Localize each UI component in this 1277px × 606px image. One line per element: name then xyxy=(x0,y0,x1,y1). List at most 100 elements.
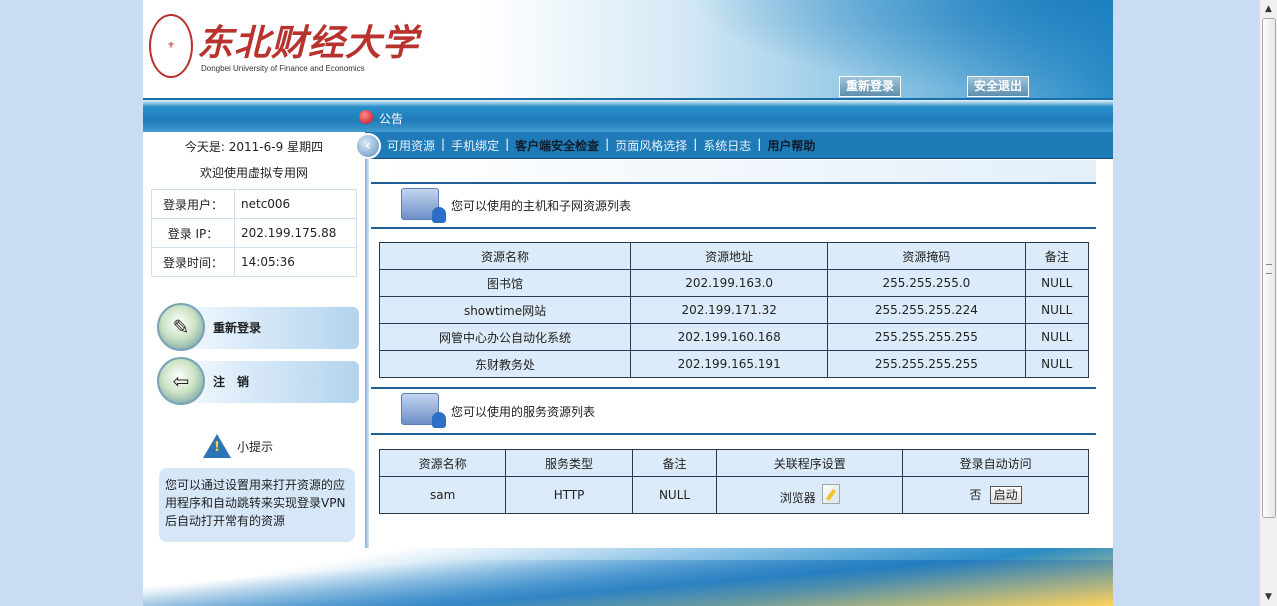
relogin-label: 重新登录 xyxy=(213,321,262,335)
service-note: NULL xyxy=(631,476,718,514)
nav-separator: | xyxy=(605,137,610,151)
edit-icon[interactable] xyxy=(821,484,840,504)
login-time-label: 登录时间： xyxy=(151,247,235,277)
resource-mask: 255.255.255.255 xyxy=(827,350,1026,378)
tab-system-log[interactable]: 系统日志 xyxy=(703,137,751,154)
column-header: 备注 xyxy=(1024,242,1089,270)
header-logout-button[interactable]: 安全退出 xyxy=(967,76,1030,97)
login-time-value: 14:05:36 xyxy=(234,247,357,277)
resource-mask: 255.255.255.224 xyxy=(827,296,1026,324)
login-ip-label: 登录 IP： xyxy=(151,218,235,248)
table-row[interactable]: 图书馆 202.199.163.0 255.255.255.0 NULL xyxy=(378,269,1089,297)
column-header: 关联程序设置 xyxy=(716,449,904,477)
resource-name[interactable]: showtime网站 xyxy=(378,296,632,324)
login-user-row: 登录用户： netc006 xyxy=(151,189,357,219)
tab-user-help[interactable]: 用户帮助 xyxy=(767,137,815,154)
service-name[interactable]: sam xyxy=(378,476,507,514)
tips-title: 小提示 xyxy=(237,440,274,454)
service-type: HTTP xyxy=(505,476,633,514)
resource-mask: 255.255.255.0 xyxy=(827,269,1026,297)
column-header: 资源地址 xyxy=(630,242,829,270)
column-header: 备注 xyxy=(631,449,718,477)
column-header: 服务类型 xyxy=(505,449,633,477)
logout-button[interactable]: ⇦ 注 销 xyxy=(157,357,359,405)
section-divider xyxy=(371,227,1096,229)
column-header: 资源掩码 xyxy=(827,242,1026,270)
door-exit-icon: ⇦ xyxy=(157,357,205,405)
university-logo-english: Dongbei University of Finance and Econom… xyxy=(201,64,365,73)
notice-bar: 公告 xyxy=(143,98,1113,134)
table-header-row: 资源名称 服务类型 备注 关联程序设置 登录自动访问 xyxy=(378,449,1089,477)
nav-separator: | xyxy=(505,137,510,151)
section-divider xyxy=(371,182,1096,184)
resource-address: 202.199.160.168 xyxy=(630,323,829,351)
login-ip-row: 登录 IP： 202.199.175.88 xyxy=(151,218,357,248)
panel-divider[interactable] xyxy=(365,132,369,606)
tips-text: 您可以通过设置用来打开资源的应用程序和自动跳转来实现登录VPN后自动打开常有的资… xyxy=(159,468,355,542)
resource-note: NULL xyxy=(1024,269,1089,297)
column-header: 资源名称 xyxy=(378,449,507,477)
resource-note: NULL xyxy=(1024,296,1089,324)
login-ip-value: 202.199.175.88 xyxy=(234,218,357,248)
notice-icon xyxy=(359,110,373,124)
login-user-label: 登录用户： xyxy=(151,189,235,219)
section-divider xyxy=(371,387,1096,389)
resource-note: NULL xyxy=(1024,350,1089,378)
content-top-strip xyxy=(371,160,1096,182)
nav-tabs: 可用资源 | 手机绑定 | 客户端安全检查 | 页面风格选择 | 系统日志 | … xyxy=(387,137,815,154)
tab-phone-binding[interactable]: 手机绑定 xyxy=(451,137,499,154)
start-button[interactable]: 启动 xyxy=(989,486,1022,504)
column-header: 资源名称 xyxy=(378,242,632,270)
app-window: ⚜ 东北财经大学 Dongbei University of Finance a… xyxy=(143,0,1113,606)
app-name: 浏览器 xyxy=(779,491,816,505)
tab-page-style[interactable]: 页面风格选择 xyxy=(615,137,687,154)
resource-mask: 255.255.255.255 xyxy=(827,323,1026,351)
login-info-table: 登录用户： netc006 登录 IP： 202.199.175.88 登录时间… xyxy=(151,189,357,277)
table-row[interactable]: 网管中心办公自动化系统 202.199.160.168 255.255.255.… xyxy=(378,323,1089,351)
collapse-left-icon[interactable]: ‹ xyxy=(355,133,381,159)
services-table: 资源名称 服务类型 备注 关联程序设置 登录自动访问 sam HTTP NULL… xyxy=(378,449,1089,514)
welcome-text: 欢迎使用虚拟专用网 xyxy=(199,166,308,180)
header-wave xyxy=(693,0,1113,98)
service-app-setting: 浏览器 xyxy=(716,476,904,514)
warning-icon: ! xyxy=(203,434,231,458)
header-banner: ⚜ 东北财经大学 Dongbei University of Finance a… xyxy=(143,0,1113,98)
column-header: 登录自动访问 xyxy=(902,449,1089,477)
table-row: sam HTTP NULL 浏览器 否启动 xyxy=(378,476,1089,514)
notice-link[interactable]: 公告 xyxy=(379,110,403,127)
resource-address: 202.199.163.0 xyxy=(630,269,829,297)
scroll-up-icon[interactable]: ▲ xyxy=(1262,2,1275,16)
tab-available-resources[interactable]: 可用资源 xyxy=(387,137,435,154)
main-content: 您可以使用的主机和子网资源列表 资源名称 资源地址 资源掩码 备注 图书馆 20… xyxy=(371,160,1113,606)
left-panel: 今天是: 2011-6-9 星期四 欢迎使用虚拟专用网 登录用户： netc00… xyxy=(143,132,365,606)
scroll-down-icon[interactable]: ▼ xyxy=(1262,590,1275,604)
hosts-section-title: 您可以使用的主机和子网资源列表 xyxy=(451,199,632,213)
scroll-thumb[interactable] xyxy=(1262,18,1276,518)
tab-client-security-check[interactable]: 客户端安全检查 xyxy=(515,137,599,154)
hosts-table: 资源名称 资源地址 资源掩码 备注 图书馆 202.199.163.0 255.… xyxy=(378,242,1089,378)
auto-access-value: 否 xyxy=(969,488,982,502)
resource-name[interactable]: 图书馆 xyxy=(378,269,632,297)
resource-address: 202.199.171.32 xyxy=(630,296,829,324)
folder-house-icon xyxy=(401,393,446,428)
logout-label: 注 销 xyxy=(213,375,250,389)
table-row[interactable]: showtime网站 202.199.171.32 255.255.255.22… xyxy=(378,296,1089,324)
resource-note: NULL xyxy=(1024,323,1089,351)
nav-separator: | xyxy=(441,137,446,151)
relogin-button[interactable]: ✎ 重新登录 xyxy=(157,303,359,351)
nav-separator: | xyxy=(693,137,698,151)
login-time-row: 登录时间： 14:05:36 xyxy=(151,247,357,277)
resource-name[interactable]: 网管中心办公自动化系统 xyxy=(378,323,632,351)
section-divider xyxy=(371,433,1096,435)
university-seal-icon: ⚜ xyxy=(149,14,193,78)
today-date: 今天是: 2011-6-9 星期四 xyxy=(184,140,324,154)
services-section-title: 您可以使用的服务资源列表 xyxy=(451,405,596,419)
header-relogin-button[interactable]: 重新登录 xyxy=(839,76,902,97)
vertical-scrollbar[interactable]: ▲ ▼ xyxy=(1259,0,1277,606)
login-user-value: netc006 xyxy=(234,189,357,219)
table-header-row: 资源名称 资源地址 资源掩码 备注 xyxy=(378,242,1089,270)
resource-name[interactable]: 东财教务处 xyxy=(378,350,632,378)
relogin-icon: ✎ xyxy=(157,303,205,351)
table-row[interactable]: 东财教务处 202.199.165.191 255.255.255.255 NU… xyxy=(378,350,1089,378)
folder-user-icon xyxy=(401,188,446,223)
